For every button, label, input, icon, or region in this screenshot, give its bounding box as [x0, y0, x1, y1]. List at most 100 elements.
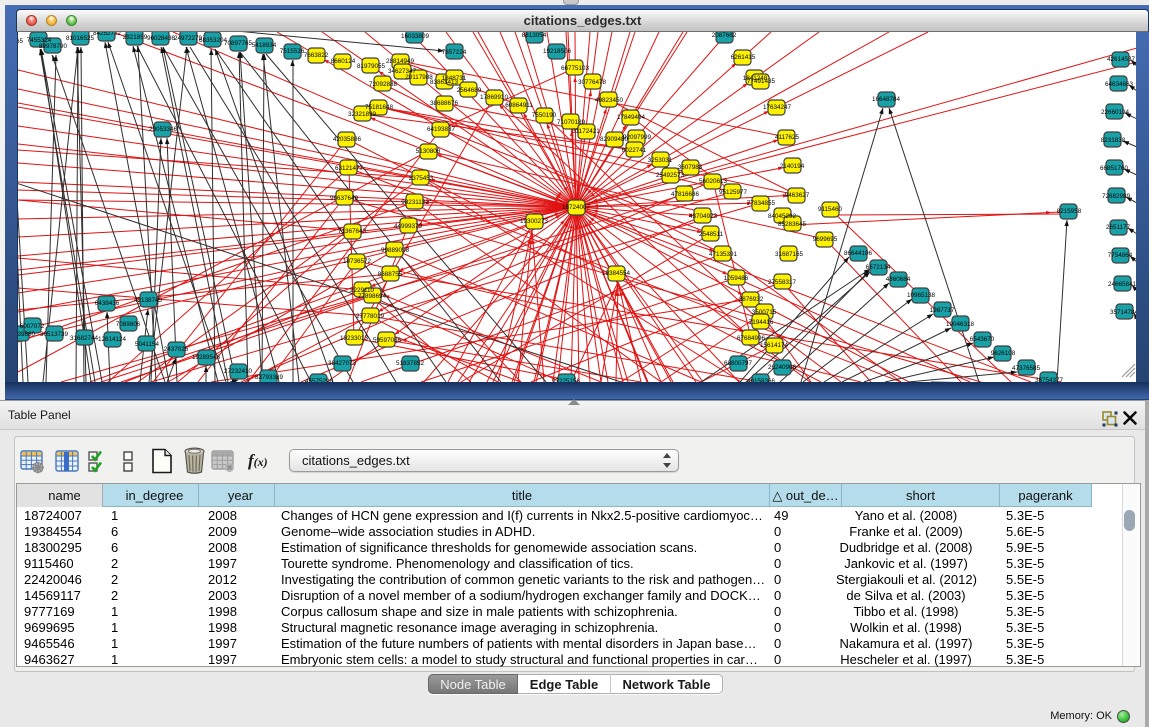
svg-text:19046318: 19046318 — [946, 321, 975, 328]
svg-text:2087682: 2087682 — [712, 32, 737, 39]
svg-text:85283645: 85283645 — [778, 221, 807, 228]
svg-text:27558317: 27558317 — [768, 279, 797, 286]
svg-text:2548511: 2548511 — [699, 231, 724, 238]
svg-text:38427073: 38427073 — [328, 360, 357, 367]
svg-text:28814949: 28814949 — [386, 58, 415, 65]
svg-text:43704923: 43704923 — [689, 213, 718, 220]
svg-text:66851760: 66851760 — [1100, 165, 1129, 172]
svg-text:81979055: 81979055 — [357, 63, 386, 70]
svg-text:96028436: 96028436 — [147, 35, 176, 42]
svg-text:7754864: 7754864 — [1108, 252, 1133, 259]
svg-text:5418934: 5418934 — [252, 42, 277, 49]
svg-text:2564689: 2564689 — [457, 87, 482, 94]
svg-text:99889098: 99889098 — [381, 247, 410, 254]
svg-text:19736572: 19736572 — [343, 258, 372, 265]
svg-text:30776478: 30776478 — [578, 79, 607, 86]
svg-text:8231838: 8231838 — [1101, 137, 1126, 144]
svg-text:7515526: 7515526 — [280, 48, 305, 55]
svg-text:7194416: 7194416 — [749, 319, 774, 326]
svg-text:30513739: 30513739 — [40, 331, 69, 338]
svg-text:84252722: 84252722 — [93, 32, 122, 37]
svg-text:66775103: 66775103 — [561, 65, 590, 72]
svg-text:3253031: 3253031 — [648, 157, 673, 164]
svg-text:60864911: 60864911 — [505, 102, 533, 109]
svg-text:3607983: 3607983 — [678, 164, 703, 171]
svg-text:2140194: 2140194 — [780, 163, 805, 170]
svg-text:77898694: 77898694 — [358, 293, 387, 300]
svg-text:6543670: 6543670 — [970, 336, 995, 343]
svg-text:1848731: 1848731 — [442, 75, 467, 82]
svg-text:7089806: 7089806 — [116, 321, 141, 328]
svg-text:26240908: 26240908 — [768, 364, 797, 371]
svg-text:8660124: 8660124 — [331, 58, 356, 65]
svg-text:67684996: 67684996 — [737, 335, 766, 342]
svg-text:98231132: 98231132 — [401, 199, 429, 206]
svg-text:44999379: 44999379 — [394, 223, 423, 230]
svg-text:29053346: 29053346 — [149, 126, 178, 133]
svg-text:10965138: 10965138 — [907, 292, 936, 299]
svg-text:63121477: 63121477 — [335, 165, 364, 172]
svg-text:38688676: 38688676 — [430, 100, 459, 107]
svg-text:22660194: 22660194 — [1101, 109, 1130, 116]
svg-text:8215958: 8215958 — [1057, 208, 1082, 215]
svg-text:84045292: 84045292 — [768, 213, 797, 220]
svg-text:9626108: 9626108 — [991, 350, 1016, 357]
svg-text:68800797: 68800797 — [724, 360, 753, 367]
svg-text:77834855: 77834855 — [747, 200, 776, 207]
svg-text:15614174: 15614174 — [760, 342, 789, 349]
svg-text:7550190: 7550190 — [532, 112, 557, 119]
svg-text:16648784: 16648784 — [872, 96, 901, 103]
svg-text:92097999: 92097999 — [623, 134, 652, 141]
svg-text:1987737: 1987737 — [930, 307, 955, 314]
svg-text:45575298: 45575298 — [305, 378, 334, 382]
svg-text:9463627: 9463627 — [785, 192, 810, 199]
svg-text:2437026: 2437026 — [164, 346, 189, 353]
svg-text:2921859: 2921859 — [123, 34, 148, 41]
svg-text:8813054: 8813054 — [522, 32, 547, 39]
svg-text:38754377: 38754377 — [1035, 377, 1064, 382]
svg-text:35714784: 35714784 — [1110, 309, 1136, 316]
svg-text:86644106: 86644106 — [844, 250, 873, 257]
svg-text:6022741: 6022741 — [622, 147, 647, 154]
svg-text:19289546: 19289546 — [192, 354, 221, 361]
svg-text:19233013: 19233013 — [340, 335, 369, 342]
svg-text:19384554: 19384554 — [602, 270, 631, 277]
svg-text:32321899: 32321899 — [348, 111, 377, 118]
svg-text:24665841: 24665841 — [1108, 281, 1136, 288]
svg-text:49823450: 49823450 — [595, 97, 624, 104]
svg-text:7857224: 7857224 — [442, 49, 467, 56]
svg-text:18724007: 18724007 — [562, 204, 591, 211]
svg-text:6261415: 6261415 — [731, 54, 756, 61]
svg-text:17634247: 17634247 — [763, 104, 792, 111]
svg-text:71070189: 71070189 — [557, 119, 586, 126]
svg-text:27778019: 27778019 — [356, 313, 385, 320]
svg-text:83793389: 83793389 — [255, 374, 284, 381]
svg-text:97225156: 97225156 — [552, 378, 581, 382]
svg-text:5130808: 5130808 — [416, 148, 441, 155]
svg-text:96637649: 96637649 — [330, 195, 359, 202]
svg-text:19300273: 19300273 — [520, 218, 549, 225]
svg-text:78139880: 78139880 — [18, 331, 35, 338]
svg-text:95125977: 95125977 — [719, 189, 748, 196]
svg-text:6007072: 6007072 — [20, 323, 45, 330]
svg-text:31172421: 31172421 — [572, 128, 600, 135]
svg-text:19218506: 19218506 — [543, 48, 572, 55]
svg-text:5041154: 5041154 — [135, 341, 160, 348]
svg-text:47376585: 47376585 — [1012, 365, 1041, 372]
svg-text:9115460: 9115460 — [818, 206, 843, 213]
svg-text:25492573: 25492573 — [656, 172, 685, 179]
svg-text:56020613: 56020613 — [699, 178, 728, 185]
svg-text:4860684: 4860684 — [886, 276, 911, 283]
svg-text:64634663: 64634663 — [1105, 81, 1134, 88]
svg-text:2876932: 2876932 — [739, 296, 764, 303]
svg-text:89978790: 89978790 — [39, 43, 68, 50]
svg-text:70897765: 70897765 — [224, 40, 253, 47]
svg-text:81016525: 81016525 — [66, 35, 95, 42]
svg-text:3500715: 3500715 — [752, 309, 777, 316]
svg-text:47135391: 47135391 — [709, 251, 738, 258]
svg-text:17849494: 17849494 — [617, 114, 646, 121]
svg-text:71367643: 71367643 — [338, 228, 367, 235]
svg-text:75181648: 75181648 — [365, 104, 394, 111]
svg-text:7663822: 7663822 — [304, 52, 329, 59]
svg-text:42035886: 42035886 — [333, 136, 362, 143]
